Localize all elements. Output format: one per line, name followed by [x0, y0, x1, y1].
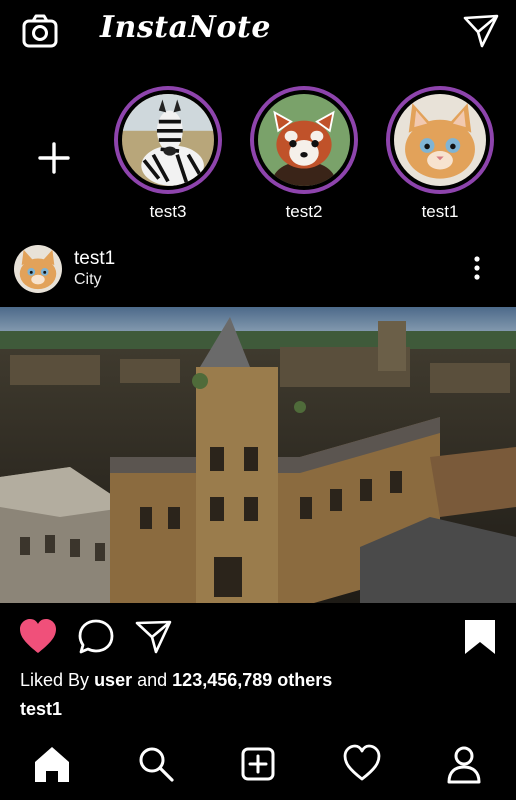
top-bar: InstaNote	[0, 0, 516, 64]
likes-line: Liked By user and 123,456,789 others	[20, 670, 332, 691]
bookmark-icon[interactable]	[460, 618, 500, 656]
likes-user[interactable]: user	[94, 670, 132, 690]
story-name: test3	[149, 202, 187, 221]
post-location[interactable]: City	[74, 271, 102, 289]
bottom-nav	[0, 740, 516, 800]
camera-icon[interactable]	[22, 14, 58, 48]
zebra-avatar	[122, 94, 214, 186]
story-name: test2	[285, 202, 323, 221]
story-ring	[386, 86, 494, 194]
home-icon[interactable]	[32, 744, 72, 784]
story-name: test1	[421, 202, 459, 221]
story-item[interactable]: test2	[249, 86, 359, 222]
search-icon[interactable]	[136, 744, 176, 784]
red-panda-avatar	[258, 94, 350, 186]
heart-filled-icon[interactable]	[18, 618, 58, 656]
add-post-icon[interactable]	[238, 744, 278, 784]
story-item[interactable]: test3	[113, 86, 223, 222]
story-ring	[114, 86, 222, 194]
post-username[interactable]: test1	[74, 248, 115, 270]
likes-count[interactable]: 123,456,789 others	[172, 670, 332, 690]
plus-icon[interactable]	[36, 140, 72, 176]
likes-and: and	[137, 670, 168, 690]
post-image[interactable]	[0, 307, 516, 603]
paper-plane-icon[interactable]	[462, 12, 500, 50]
share-icon[interactable]	[134, 618, 174, 656]
more-options-icon[interactable]	[466, 254, 488, 284]
kitten-avatar[interactable]	[14, 245, 62, 293]
caption-username[interactable]: test1	[20, 699, 62, 720]
post-header: test1 City	[0, 240, 516, 300]
comment-icon[interactable]	[76, 618, 116, 656]
stories-bar: test3 test2 test1	[0, 84, 516, 224]
likes-prefix: Liked By	[20, 670, 90, 690]
story-ring	[250, 86, 358, 194]
post-actions	[0, 614, 516, 660]
heart-icon[interactable]	[342, 744, 382, 784]
app-logo: InstaNote	[100, 10, 271, 45]
story-item[interactable]: test1	[385, 86, 495, 222]
kitten-avatar	[394, 94, 486, 186]
profile-icon[interactable]	[444, 744, 484, 784]
